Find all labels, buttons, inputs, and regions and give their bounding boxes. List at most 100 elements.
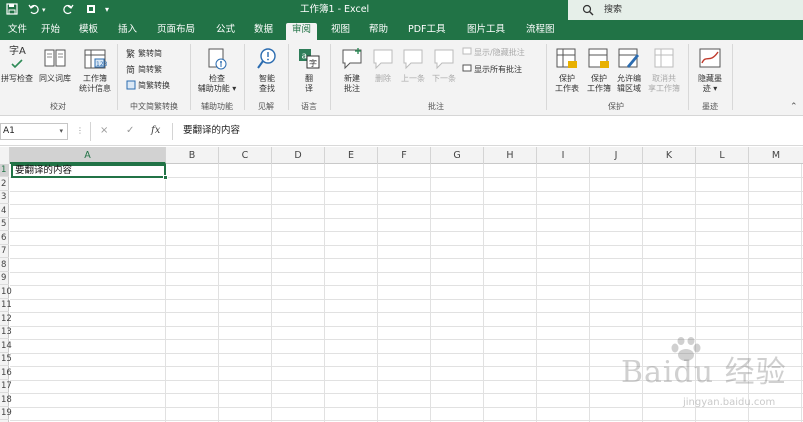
tab-data[interactable]: 数据 [248,23,279,40]
column-header-b[interactable]: B [166,147,219,164]
watermark: Baidu 经验 jingyan.baidu.com [613,335,803,415]
protect-sheet-button[interactable]: 保护 工作表 [550,46,584,94]
window-title: 工作簿1 - Excel [300,4,370,15]
protect-workbook-label-1: 保护 [591,74,607,83]
gridline [483,164,484,422]
gridline [10,258,803,259]
select-all-corner[interactable] [0,147,10,164]
row-header[interactable]: 19 [0,407,12,420]
undo-icon[interactable] [28,3,40,19]
simplified-to-traditional-button[interactable]: 简简转繁 [126,64,162,76]
row-header[interactable]: 3 [0,191,9,204]
check-accessibility-label-1: 检查 [209,74,225,83]
translate-button[interactable]: a字 翻 译 [293,46,325,94]
svg-text:繁: 繁 [126,48,135,58]
row-header[interactable]: 16 [0,367,12,380]
tab-picture-tools[interactable]: 图片工具 [461,23,511,40]
row-header[interactable]: 5 [0,218,9,231]
watermark-brand: Baidu 经验 [621,355,787,390]
tab-page-layout[interactable]: 页面布局 [151,23,201,40]
smart-lookup-button[interactable]: 智能 查找 [249,46,285,94]
column-header-h[interactable]: H [484,147,537,164]
column-header-e[interactable]: E [325,147,378,164]
row-header[interactable]: 10 [0,286,12,299]
enter-icon[interactable]: ✓ [126,125,134,137]
row-header[interactable]: 18 [0,394,12,407]
row-header[interactable]: 14 [0,340,12,353]
chinese-conversion-icon [126,80,136,90]
column-header-j[interactable]: J [590,147,643,164]
tab-home[interactable]: 开始 [35,23,66,40]
tab-help[interactable]: 帮助 [363,23,394,40]
redo-icon[interactable] [62,3,74,19]
spell-check-button[interactable]: 字A 拼写检查 [0,46,34,84]
new-comment-button[interactable]: 新建 批注 [335,46,369,94]
chinese-conversion-button[interactable]: 简繁转换 [126,80,170,91]
more-icon: ⋮ [76,126,84,135]
row-header[interactable]: 6 [0,232,9,245]
undo-dropdown-icon[interactable]: ▾ [42,3,46,17]
column-header-c[interactable]: C [219,147,272,164]
unshare-workbook-button[interactable]: 取消共 享工作簿 [645,46,683,94]
tab-file[interactable]: 文件 [2,23,33,40]
row-header[interactable]: 9 [0,272,9,285]
cancel-icon[interactable]: × [100,125,108,137]
column-header-f[interactable]: F [378,147,431,164]
thesaurus-button[interactable]: 同义词库 [36,46,74,84]
protect-workbook-icon [588,48,609,68]
formula-input[interactable]: 要翻译的内容 [172,123,803,140]
row-header[interactable]: 4 [0,205,9,218]
next-comment-button[interactable]: 下一条 [429,46,459,84]
row-header[interactable]: 2 [0,178,9,191]
column-header-k[interactable]: K [643,147,696,164]
tab-review[interactable]: 审阅 [286,23,318,40]
check-accessibility-button[interactable]: 检查 辅助功能 ▾ [193,46,241,94]
row-header[interactable]: 8 [0,259,9,272]
tab-insert[interactable]: 插入 [112,23,143,40]
delete-comment-button[interactable]: 删除 [369,46,397,84]
insert-function-icon[interactable]: fx [151,125,160,137]
row-header[interactable]: 17 [0,380,12,393]
row-header[interactable]: 1 [0,164,9,177]
row-header[interactable]: 15 [0,353,12,366]
search-box[interactable]: 搜索 [568,0,803,20]
column-header-d[interactable]: D [272,147,325,164]
row-header[interactable]: 11 [0,299,12,312]
allow-edit-ranges-label-1: 允许编 [617,74,641,83]
smart-lookup-label-1: 智能 [259,74,275,83]
allow-edit-ranges-button[interactable]: 允许编 辑区域 [613,46,645,94]
save-icon[interactable] [6,3,18,19]
previous-comment-icon [403,49,423,70]
tab-formulas[interactable]: 公式 [210,23,241,40]
column-header-a[interactable]: A [10,147,166,164]
column-header-i[interactable]: I [537,147,590,164]
traditional-to-simplified-button[interactable]: 繁繁转简 [126,48,162,60]
unshare-workbook-label-1: 取消共 [652,74,676,83]
workbook-statistics-button[interactable]: 123 工作簿 统计信息 [76,46,114,94]
tab-flowchart[interactable]: 流程图 [520,23,561,40]
show-hide-comment-button[interactable]: 显示/隐藏批注 [462,47,525,58]
column-header-m[interactable]: M [749,147,803,164]
protect-workbook-button[interactable]: 保护 工作簿 [584,46,614,94]
show-all-comments-icon [462,64,472,74]
previous-comment-button[interactable]: 上一条 [398,46,428,84]
ribbon: 字A 拼写检查 同义词库 123 工作簿 统计信息 校对 繁繁转简 简简转繁 简… [0,40,803,116]
row-header[interactable]: 7 [0,245,9,258]
collapse-ribbon-icon[interactable]: ⌃ [790,102,798,112]
selected-cell-a1[interactable]: 要翻译的内容 [11,164,168,180]
column-header-g[interactable]: G [431,147,484,164]
customize-quick-access-icon[interactable]: ▾ [105,3,109,17]
tab-pdf-tools[interactable]: PDF工具 [402,23,452,40]
touch-mode-icon[interactable] [85,3,97,19]
group-separator [244,44,245,110]
tab-templates[interactable]: 模板 [73,23,104,40]
tab-view[interactable]: 视图 [325,23,356,40]
row-header[interactable]: 13 [0,326,12,339]
row-header[interactable]: 12 [0,313,12,326]
fill-handle[interactable] [163,175,168,180]
hide-ink-button[interactable]: 隐藏墨 迹 ▾ [692,46,728,94]
show-all-comments-button[interactable]: 显示所有批注 [462,64,522,75]
protect-workbook-label-2: 工作簿 [587,84,611,93]
name-box[interactable]: A1 ▾ [0,123,68,140]
column-header-l[interactable]: L [696,147,749,164]
